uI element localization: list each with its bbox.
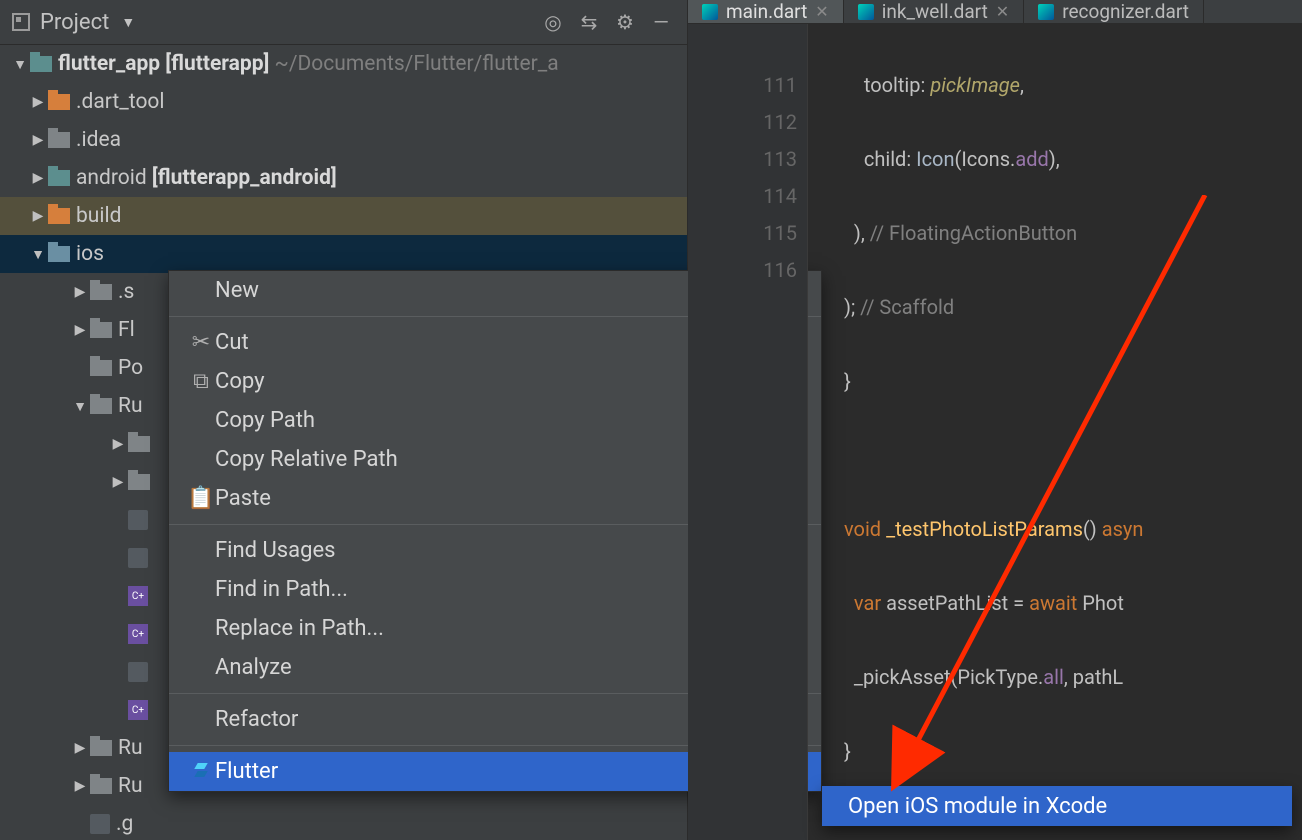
project-view-icon (12, 13, 30, 31)
project-panel-header: Project ▼ ◎ ⇆ ⚙ — (0, 0, 687, 45)
paste-icon: 📋 (187, 486, 215, 511)
folder-icon (90, 322, 112, 338)
tab-main-dart[interactable]: main.dart✕ (688, 0, 844, 23)
tree-item-dart-tool[interactable]: ▶ .dart_tool (0, 83, 687, 121)
cpp-file-icon (128, 624, 148, 644)
file-icon (90, 814, 110, 834)
folder-icon (90, 778, 112, 794)
folder-icon (128, 436, 150, 452)
cpp-file-icon (128, 700, 148, 720)
project-panel-title[interactable]: Project (40, 10, 109, 35)
cut-icon: ✂ (187, 330, 215, 355)
close-icon[interactable]: ✕ (996, 2, 1009, 21)
root-path: ~/Documents/Flutter/flutter_a (275, 52, 559, 76)
submenu-label: Open iOS module in Xcode (848, 794, 1107, 819)
gutter: 111 112 113 114 115 116 (688, 24, 808, 840)
chevron-down-icon[interactable]: ▼ (28, 246, 48, 263)
line-number: 114 (688, 178, 797, 215)
collapse-icon[interactable]: ⇆ (575, 8, 603, 36)
dart-file-icon (702, 4, 718, 20)
copy-icon: ⧉ (187, 369, 215, 394)
folder-icon (128, 474, 150, 490)
dart-file-icon (858, 4, 874, 20)
line-number (688, 30, 797, 67)
editor-tabs: main.dart✕ ink_well.dart✕ recognizer.dar… (688, 0, 1302, 24)
close-icon[interactable]: ✕ (815, 2, 828, 21)
chevron-right-icon[interactable]: ▶ (28, 132, 48, 148)
folder-icon (90, 398, 112, 414)
project-panel: Project ▼ ◎ ⇆ ⚙ — ▼ flutter_app [flutter… (0, 0, 688, 840)
module-folder-icon (30, 56, 52, 72)
folder-icon (48, 94, 70, 110)
tab-ink-well[interactable]: ink_well.dart✕ (844, 0, 1025, 23)
settings-gear-icon[interactable]: ⚙ (611, 8, 639, 36)
folder-icon (48, 246, 70, 262)
tree-root[interactable]: ▼ flutter_app [flutterapp] ~/Documents/F… (0, 45, 687, 83)
file-icon (128, 510, 148, 530)
flutter-submenu-open-ios[interactable]: Open iOS module in Xcode (822, 786, 1292, 826)
chevron-right-icon[interactable]: ▶ (28, 94, 48, 110)
tree-item[interactable]: ▶.g (0, 805, 687, 840)
tree-item-build[interactable]: ▶ build (0, 197, 687, 235)
folder-icon (90, 360, 112, 376)
chevron-down-icon[interactable]: ▼ (10, 56, 30, 73)
line-number: 116 (688, 252, 797, 289)
folder-icon (48, 132, 70, 148)
line-number: 115 (688, 215, 797, 252)
project-dropdown-icon[interactable]: ▼ (121, 14, 135, 31)
tree-item-idea[interactable]: ▶ .idea (0, 121, 687, 159)
chevron-right-icon[interactable]: ▶ (28, 208, 48, 224)
cpp-file-icon (128, 586, 148, 606)
dart-file-icon (1038, 4, 1054, 20)
folder-icon (90, 284, 112, 300)
file-icon (128, 662, 148, 682)
code-content[interactable]: tooltip: pickImage, child: Icon(Icons.ad… (808, 24, 1302, 840)
module-folder-icon (48, 170, 70, 186)
locate-icon[interactable]: ◎ (539, 8, 567, 36)
file-icon (128, 548, 148, 568)
flutter-icon (187, 763, 215, 781)
editor-area: main.dart✕ ink_well.dart✕ recognizer.dar… (688, 0, 1302, 840)
hide-panel-icon[interactable]: — (647, 8, 675, 36)
line-number: 111 (688, 67, 797, 104)
line-number: 113 (688, 141, 797, 178)
root-module: [flutterapp] (165, 52, 269, 76)
tree-item-ios[interactable]: ▼ ios (0, 235, 687, 273)
tree-item-android[interactable]: ▶ android [flutterapp_android] (0, 159, 687, 197)
folder-icon (48, 208, 70, 224)
code-editor[interactable]: 111 112 113 114 115 116 tooltip: pickIma… (688, 24, 1302, 840)
tab-recognizer[interactable]: recognizer.dart (1024, 0, 1204, 23)
line-number: 112 (688, 104, 797, 141)
folder-icon (90, 740, 112, 756)
chevron-right-icon[interactable]: ▶ (28, 170, 48, 186)
root-name: flutter_app (58, 52, 160, 76)
